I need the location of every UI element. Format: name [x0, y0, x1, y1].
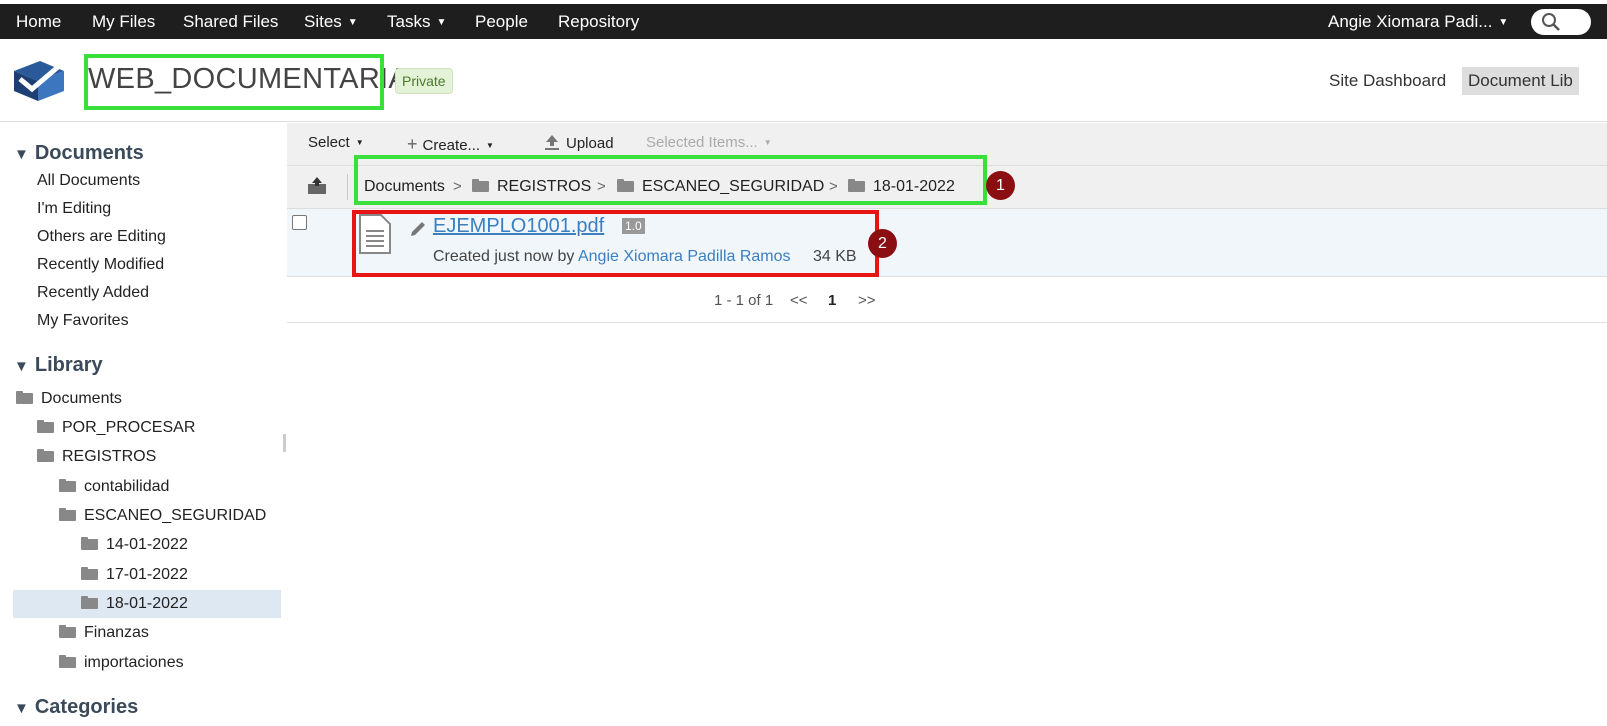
divider	[287, 322, 1607, 323]
folder-open-icon	[81, 596, 98, 609]
divider	[347, 174, 348, 200]
pager-next[interactable]: >>	[858, 292, 876, 309]
tree-folder-registros[interactable]: REGISTROS	[37, 443, 156, 471]
nav-home[interactable]: Home	[16, 12, 61, 32]
tree-folder-label: 18-01-2022	[106, 595, 188, 612]
folder-icon	[59, 625, 76, 638]
filter-recently-modified[interactable]: Recently Modified	[37, 256, 164, 274]
collapse-triangle-icon: ▼	[14, 358, 29, 375]
folder-open-icon	[37, 449, 54, 462]
folder-open-icon	[59, 508, 76, 521]
folder-icon	[16, 391, 33, 404]
tree-folder-finanzas[interactable]: Finanzas	[59, 619, 149, 647]
highlight-breadcrumb	[354, 155, 987, 205]
tree-folder-label: contabilidad	[84, 478, 170, 495]
plus-icon: +	[407, 134, 418, 154]
nav-sites-label: Sites	[304, 12, 342, 31]
tree-folder-label: 14-01-2022	[106, 536, 188, 553]
filter-others-editing[interactable]: Others are Editing	[37, 228, 166, 246]
sidebar: ▼ Documents All Documents I'm Editing Oth…	[0, 122, 284, 726]
filter-all-documents[interactable]: All Documents	[37, 172, 140, 190]
upload-button[interactable]: Upload	[544, 134, 614, 152]
folder-icon	[37, 420, 54, 433]
tree-folder-label: importaciones	[84, 654, 184, 671]
nav-my-files[interactable]: My Files	[92, 12, 155, 32]
tree-folder-17-01-2022[interactable]: 17-01-2022	[81, 561, 188, 589]
tree-folder-contabilidad[interactable]: contabilidad	[59, 473, 169, 501]
selected-items-button[interactable]: Selected Items... ▼	[646, 134, 772, 151]
annotation-badge-1: 1	[986, 171, 1015, 200]
library-heading[interactable]: ▼ Library	[14, 354, 103, 377]
documents-heading[interactable]: ▼ Documents	[14, 142, 144, 165]
highlight-file-row	[352, 210, 879, 277]
sidebar-resize-handle[interactable]	[283, 434, 286, 452]
site-dashboard-link[interactable]: Site Dashboard	[1329, 71, 1446, 91]
filter-my-favorites[interactable]: My Favorites	[37, 312, 129, 330]
chevron-down-icon: ▼	[355, 138, 364, 147]
chevron-down-icon: ▼	[1498, 17, 1509, 28]
chevron-down-icon: ▼	[763, 138, 772, 147]
tree-folder-18-01-2022[interactable]: 18-01-2022	[13, 590, 281, 618]
filter-im-editing[interactable]: I'm Editing	[37, 200, 111, 218]
upload-icon	[545, 135, 559, 150]
tree-folder-14-01-2022[interactable]: 14-01-2022	[81, 531, 188, 559]
categories-heading-label: Categories	[34, 696, 139, 718]
nav-shared-files[interactable]: Shared Files	[183, 12, 278, 32]
tree-folder-label: Documents	[41, 390, 122, 407]
user-name: Angie Xiomara Padi...	[1328, 12, 1493, 31]
tree-folder-por-procesar[interactable]: POR_PROCESAR	[37, 414, 195, 442]
tree-folder-escaneo-seguridad[interactable]: ESCANEO_SEGURIDAD	[59, 502, 266, 530]
tree-folder-label: REGISTROS	[62, 448, 157, 465]
tree-folder-label: Finanzas	[84, 624, 149, 641]
tree-folder-label: 17-01-2022	[106, 566, 188, 583]
annotation-badge-2: 2	[868, 229, 897, 258]
search-icon	[1542, 13, 1560, 31]
nav-tasks[interactable]: Tasks ▼	[387, 12, 446, 32]
collapse-triangle-icon: ▼	[14, 146, 29, 163]
folder-icon	[81, 537, 98, 550]
nav-repository[interactable]: Repository	[558, 12, 639, 32]
tree-folder-label: ESCANEO_SEGURIDAD	[84, 507, 267, 524]
filter-recently-added[interactable]: Recently Added	[37, 284, 149, 302]
nav-people[interactable]: People	[475, 12, 528, 32]
folder-icon	[59, 655, 76, 668]
collapse-triangle-icon: ▼	[14, 700, 29, 717]
pager-range: 1 - 1 of 1	[714, 292, 774, 309]
selected-items-label: Selected Items...	[646, 134, 758, 151]
pager-current: 1	[828, 292, 837, 309]
folder-icon	[59, 479, 76, 492]
top-nav-bar: Home My Files Shared Files Sites ▼ Tasks ▼…	[0, 4, 1607, 39]
create-label: Create...	[422, 137, 481, 154]
nav-sites[interactable]: Sites ▼	[304, 12, 358, 32]
tree-folder-documents[interactable]: Documents	[16, 385, 122, 413]
upload-label: Upload	[566, 135, 614, 152]
tree-folder-label: POR_PROCESAR	[62, 419, 196, 436]
nav-tasks-label: Tasks	[387, 12, 431, 31]
library-heading-label: Library	[34, 354, 103, 376]
select-button[interactable]: Select ▼	[308, 134, 364, 151]
highlight-site-title	[84, 54, 384, 110]
tree-folder-importaciones[interactable]: importaciones	[59, 649, 184, 677]
pager-prev[interactable]: <<	[790, 292, 808, 309]
private-badge: Private	[395, 68, 453, 94]
folder-icon	[81, 567, 98, 580]
categories-heading[interactable]: ▼ Categories	[14, 696, 138, 719]
site-logo-icon	[14, 61, 64, 101]
row-checkbox[interactable]	[292, 215, 307, 230]
user-menu[interactable]: Angie Xiomara Padi... ▼	[1328, 12, 1508, 32]
document-library-link[interactable]: Document Lib	[1462, 67, 1579, 95]
documents-heading-label: Documents	[34, 142, 144, 164]
chevron-down-icon: ▼	[436, 17, 447, 28]
chevron-down-icon: ▼	[486, 141, 494, 150]
site-header: WEB_DOCUMENTARIA Private Site Dashboard …	[0, 39, 1607, 122]
search-input[interactable]	[1531, 9, 1591, 35]
folder-up-icon[interactable]	[307, 177, 327, 195]
create-button[interactable]: + Create... ▼	[407, 134, 494, 155]
select-label: Select	[308, 134, 350, 151]
chevron-down-icon: ▼	[347, 17, 358, 28]
